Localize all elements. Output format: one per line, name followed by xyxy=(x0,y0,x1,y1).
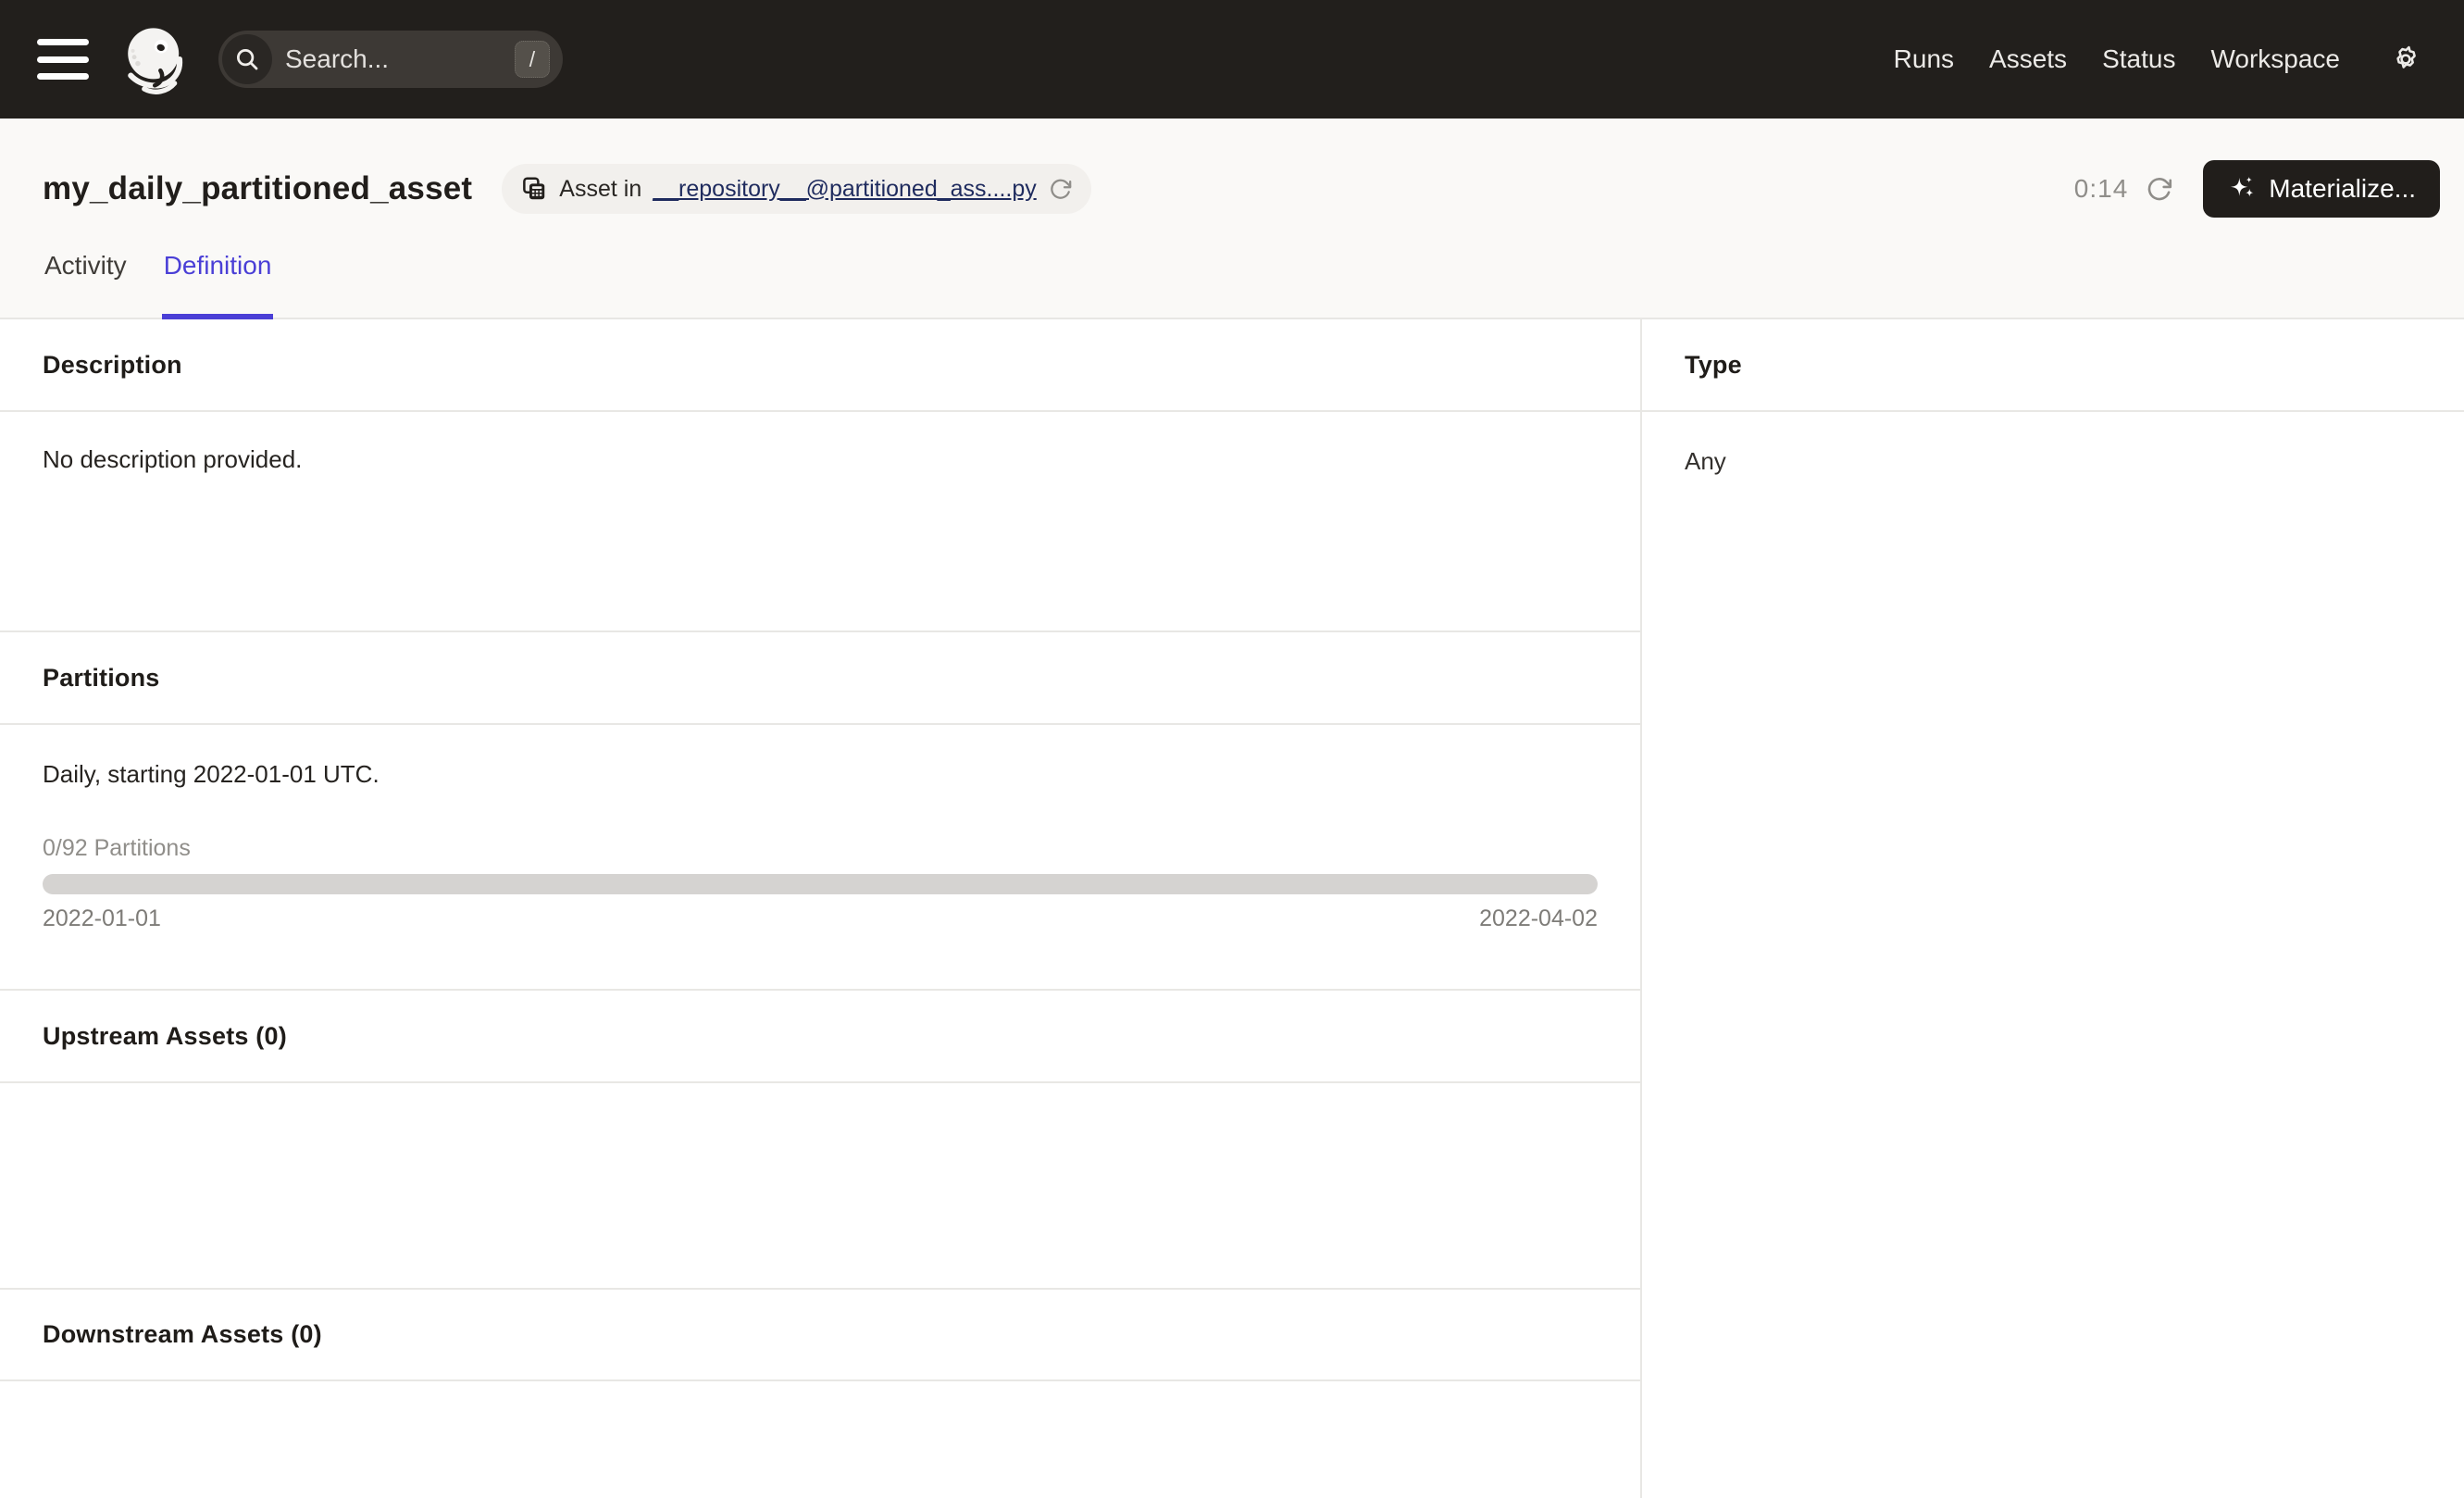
dagster-logo[interactable] xyxy=(117,16,194,103)
description-text: No description provided. xyxy=(43,445,303,473)
partitions-section-body: Daily, starting 2022-01-01 UTC. 0/92 Par… xyxy=(0,725,1640,991)
tab-activity[interactable]: Activity xyxy=(43,251,129,319)
type-heading: Type xyxy=(1685,350,1742,379)
nav-link-workspace[interactable]: Workspace xyxy=(2210,44,2340,74)
tab-definition[interactable]: Definition xyxy=(161,251,274,319)
refresh-icon xyxy=(2148,177,2172,200)
partitions-date-range: 2022-01-01 2022-04-02 xyxy=(43,905,1598,932)
partitions-progress-bar xyxy=(43,874,1598,894)
partitions-summary: Daily, starting 2022-01-01 UTC. xyxy=(43,760,380,788)
downstream-section-header: Downstream Assets (0) xyxy=(0,1290,1640,1381)
search-shortcut-key: / xyxy=(515,41,550,78)
description-section-body: No description provided. xyxy=(0,412,1640,632)
partitions-progress-label: 0/92 Partitions xyxy=(43,835,191,861)
dagster-octopus-icon xyxy=(128,28,183,94)
hamburger-menu-icon[interactable] xyxy=(37,39,89,80)
downstream-heading: Downstream Assets (0) xyxy=(43,1320,322,1348)
asset-page-header: my_daily_partitioned_asset Asset in __re… xyxy=(0,119,2464,319)
upstream-heading: Upstream Assets (0) xyxy=(43,1021,287,1050)
page-title: my_daily_partitioned_asset xyxy=(43,170,473,206)
asset-tabs: Activity Definition xyxy=(43,251,274,319)
partition-range-start: 2022-01-01 xyxy=(43,905,161,931)
search-icon xyxy=(222,34,272,84)
definition-content: Description No description provided. Par… xyxy=(0,319,2464,1498)
sparkle-icon xyxy=(2231,176,2254,197)
type-section-body: Any xyxy=(1642,412,2464,1498)
repository-icon xyxy=(523,177,545,200)
downstream-section-body xyxy=(0,1381,1640,1498)
asset-origin-badge: Asset in __repository__@partitioned_ass.… xyxy=(502,164,1091,214)
top-navbar: / Runs Assets Status Workspace xyxy=(0,0,2464,119)
reload-repository-icon[interactable] xyxy=(1048,177,1073,202)
nav-link-status[interactable]: Status xyxy=(2102,44,2175,74)
type-section-header: Type xyxy=(1642,319,2464,412)
partitions-section-header: Partitions xyxy=(0,632,1640,725)
search-input[interactable] xyxy=(272,44,515,74)
global-search[interactable]: / xyxy=(218,31,563,88)
settings-button[interactable] xyxy=(2390,44,2421,75)
refresh-button[interactable] xyxy=(2145,175,2173,204)
materialize-button[interactable]: Materialize... xyxy=(2203,160,2440,218)
upstream-section-body xyxy=(0,1083,1640,1290)
badge-prefix-label: Asset in xyxy=(559,175,642,202)
nav-link-assets[interactable]: Assets xyxy=(1989,44,2067,74)
refresh-countdown: 0:14 xyxy=(2073,174,2129,203)
definition-left-column: Description No description provided. Par… xyxy=(0,319,1642,1498)
top-nav-links: Runs Assets Status Workspace xyxy=(1894,44,2421,75)
materialize-button-label: Materialize... xyxy=(2269,174,2416,203)
partitions-heading: Partitions xyxy=(43,663,160,692)
type-value: Any xyxy=(1685,447,1726,475)
nav-link-runs[interactable]: Runs xyxy=(1894,44,1954,74)
repository-file-link[interactable]: __repository__@partitioned_ass....py xyxy=(653,176,1037,203)
definition-right-column: Type Any xyxy=(1642,319,2464,1498)
gear-icon xyxy=(2396,45,2416,69)
upstream-section-header: Upstream Assets (0) xyxy=(0,991,1640,1083)
description-heading: Description xyxy=(43,350,182,379)
partition-range-end: 2022-04-02 xyxy=(1479,905,1598,931)
description-section-header: Description xyxy=(0,319,1640,412)
